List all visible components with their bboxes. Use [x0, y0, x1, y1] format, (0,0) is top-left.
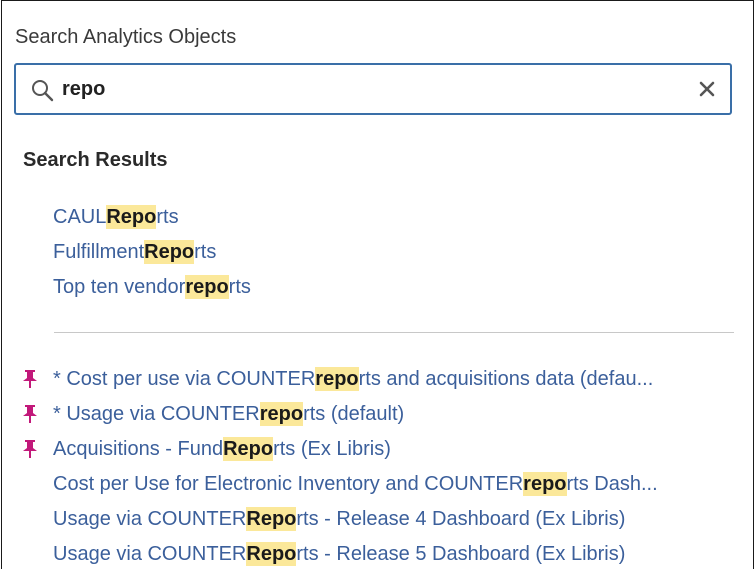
match-highlight: Repo: [223, 437, 274, 461]
report-result-item[interactable]: * Cost per use via COUNTER repo rts and a…: [22, 367, 658, 402]
pin-icon: [22, 367, 53, 394]
pin-icon: [22, 437, 53, 464]
search-input[interactable]: [62, 75, 662, 103]
match-highlight: repo: [185, 275, 229, 299]
search-icon: [30, 78, 54, 102]
folder-results-list: CAUL Repo rts Fulfillment Repo rts Top ten…: [53, 205, 251, 310]
report-result-item[interactable]: Usage via COUNTER Repo rts - Release 5 Da…: [22, 542, 658, 577]
results-divider: [54, 332, 734, 333]
match-highlight: Repo: [246, 507, 297, 531]
report-result-item[interactable]: * Usage via COUNTER repo rts (default): [22, 402, 658, 437]
close-icon[interactable]: [696, 78, 718, 100]
folder-result-item[interactable]: Top ten vendor repo rts: [53, 275, 251, 310]
match-highlight: Repo: [246, 542, 297, 566]
report-result-item[interactable]: Usage via COUNTER Repo rts - Release 4 Da…: [22, 507, 658, 542]
match-highlight: repo: [259, 402, 304, 426]
report-result-item[interactable]: Acquisitions - Fund Repo rts (Ex Libris): [22, 437, 658, 472]
panel-title: Search Analytics Objects: [15, 26, 237, 48]
report-results-list: * Cost per use via COUNTER repo rts and a…: [22, 367, 658, 577]
match-highlight: Repo: [144, 240, 195, 264]
folder-result-item[interactable]: CAUL Repo rts: [53, 205, 251, 240]
pin-icon: [22, 402, 53, 429]
report-result-item[interactable]: Cost per Use for Electronic Inventory an…: [22, 472, 658, 507]
match-highlight: repo: [315, 367, 359, 391]
search-box[interactable]: [14, 63, 732, 115]
search-results-heading: Search Results: [23, 149, 168, 171]
match-highlight: repo: [523, 472, 567, 496]
match-highlight: Repo: [106, 205, 157, 229]
folder-result-item[interactable]: Fulfillment Repo rts: [53, 240, 251, 275]
